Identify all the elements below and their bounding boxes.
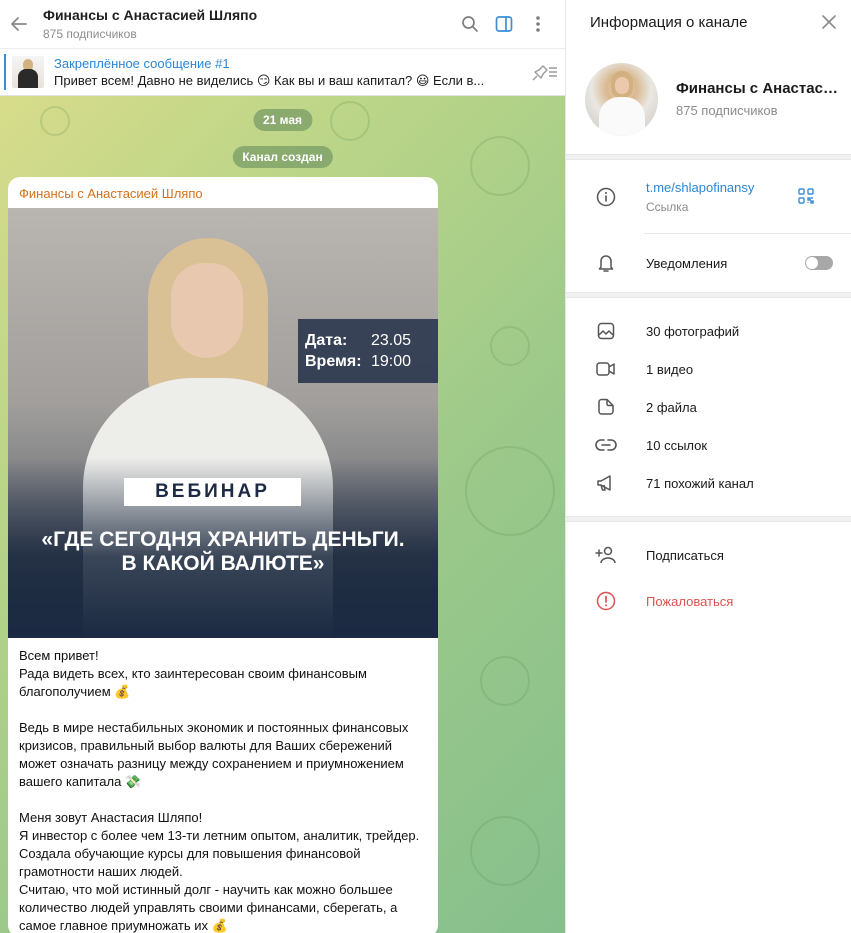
media-photos-label: 30 фотографий [646,323,740,339]
pinned-message-bar[interactable]: Закреплённое сообщение #1 Привет всем! Д… [0,48,565,96]
more-menu-button[interactable] [523,9,553,39]
webinar-headline: «ГДЕ СЕГОДНЯ ХРАНИТЬ ДЕНЬГИ. В КАКОЙ ВАЛ… [8,528,438,576]
post-photo[interactable]: Дата: 23.05 Время: 19:00 ВЕБИНАР «ГДЕ СЕГО… [8,208,438,638]
post-text: Всем привет! Рада видеть всех, кто заинт… [19,648,420,933]
pinned-indicator [4,54,6,90]
file-icon [598,398,614,415]
date-value: 23.05 [371,332,412,349]
event-date-box: Дата: 23.05 Время: 19:00 [298,319,438,383]
pinned-text: Привет всем! Давно не виделись 😏 Как вы … [54,73,485,88]
media-files-row[interactable]: 2 файла [566,388,851,426]
sidebar-panel-icon [495,16,513,32]
channel-link-label: Ссылка [646,199,689,214]
media-files-label: 2 файла [646,399,697,415]
media-links-row[interactable]: 10 ссылок [566,426,851,464]
service-message-pill: Канал создан [232,146,333,168]
unpin-button[interactable] [525,63,565,81]
chat-area: Финансы с Анастасией Шляпо 875 подписчик… [0,0,565,933]
channel-link-row[interactable]: t.me/shlapofinansy Ссылка [566,160,851,233]
close-button[interactable] [807,0,851,44]
close-icon [822,15,836,29]
pin-list-icon [532,65,557,81]
headline-line-1: «ГДЕ СЕГОДНЯ ХРАНИТЬ ДЕНЬГИ. [41,528,405,551]
date-label: Дата: [305,332,348,349]
webinar-badge: ВЕБИНАР [124,478,301,506]
chat-title: Финансы с Анастасией Шляпо [43,6,258,23]
notifications-toggle[interactable] [805,256,833,270]
search-icon [462,16,478,32]
channel-subscribers: 875 подписчиков [676,103,778,118]
chat-header: Финансы с Анастасией Шляпо 875 подписчик… [0,0,565,48]
channel-link[interactable]: t.me/shlapofinansy [646,180,754,195]
chat-subscribers: 875 подписчиков [43,26,137,41]
qr-code-button[interactable] [797,187,815,210]
avatar[interactable] [585,62,658,136]
video-icon [596,362,615,376]
megaphone-icon [597,475,611,491]
qr-code-icon [798,188,814,204]
more-vertical-icon [536,16,540,32]
chat-title-block[interactable]: Финансы с Анастасией Шляпо 875 подписчик… [38,7,455,42]
channel-info-panel: Информация о канале Финансы с Анастасией… [565,0,851,933]
time-value: 19:00 [371,353,412,370]
media-videos-label: 1 видео [646,361,694,377]
pinned-thumbnail [12,56,44,88]
pinned-title: Закреплённое сообщение #1 [54,56,230,71]
similar-channels-label: 71 похожий канал [646,475,754,491]
media-videos-row[interactable]: 1 видео [566,350,851,388]
person-face [171,263,243,358]
media-photos-row[interactable]: 30 фотографий [566,312,851,350]
panel-title: Информация о канале [590,13,748,31]
arrow-left-icon [11,17,27,31]
search-button[interactable] [455,9,485,39]
link-icon [595,439,617,451]
toggle-knob [806,257,818,269]
photo-icon [597,322,615,340]
media-links-label: 10 ссылок [646,437,708,453]
bell-icon [598,255,614,272]
post-author[interactable]: Финансы с Анастасией Шляпо [8,177,438,208]
subscribe-row[interactable]: Подписаться [566,532,851,578]
back-button[interactable] [0,0,38,48]
channel-name: Финансы с Анастасией Шляпо [676,80,846,97]
info-icon [596,187,616,206]
notifications-row[interactable]: Уведомления [566,234,851,292]
time-label: Время: [305,353,362,370]
channel-profile: Финансы с Анастасией Шляпо 875 подписчик… [566,44,851,154]
similar-channels-row[interactable]: 71 похожий канал [566,464,851,502]
sidebar-toggle-button[interactable] [489,9,519,39]
report-label: Пожаловаться [646,593,734,609]
subscribe-label: Подписаться [646,547,724,563]
report-row[interactable]: Пожаловаться [566,578,851,624]
warning-icon [596,591,616,611]
date-pill: 21 мая [252,109,313,131]
notifications-label: Уведомления [646,255,728,271]
headline-line-2: В КАКОЙ ВАЛЮТЕ» [121,552,325,575]
post-bubble: Финансы с Анастасией Шляпо Дата: 23.05 Вр… [8,177,438,933]
add-user-icon [595,546,616,564]
